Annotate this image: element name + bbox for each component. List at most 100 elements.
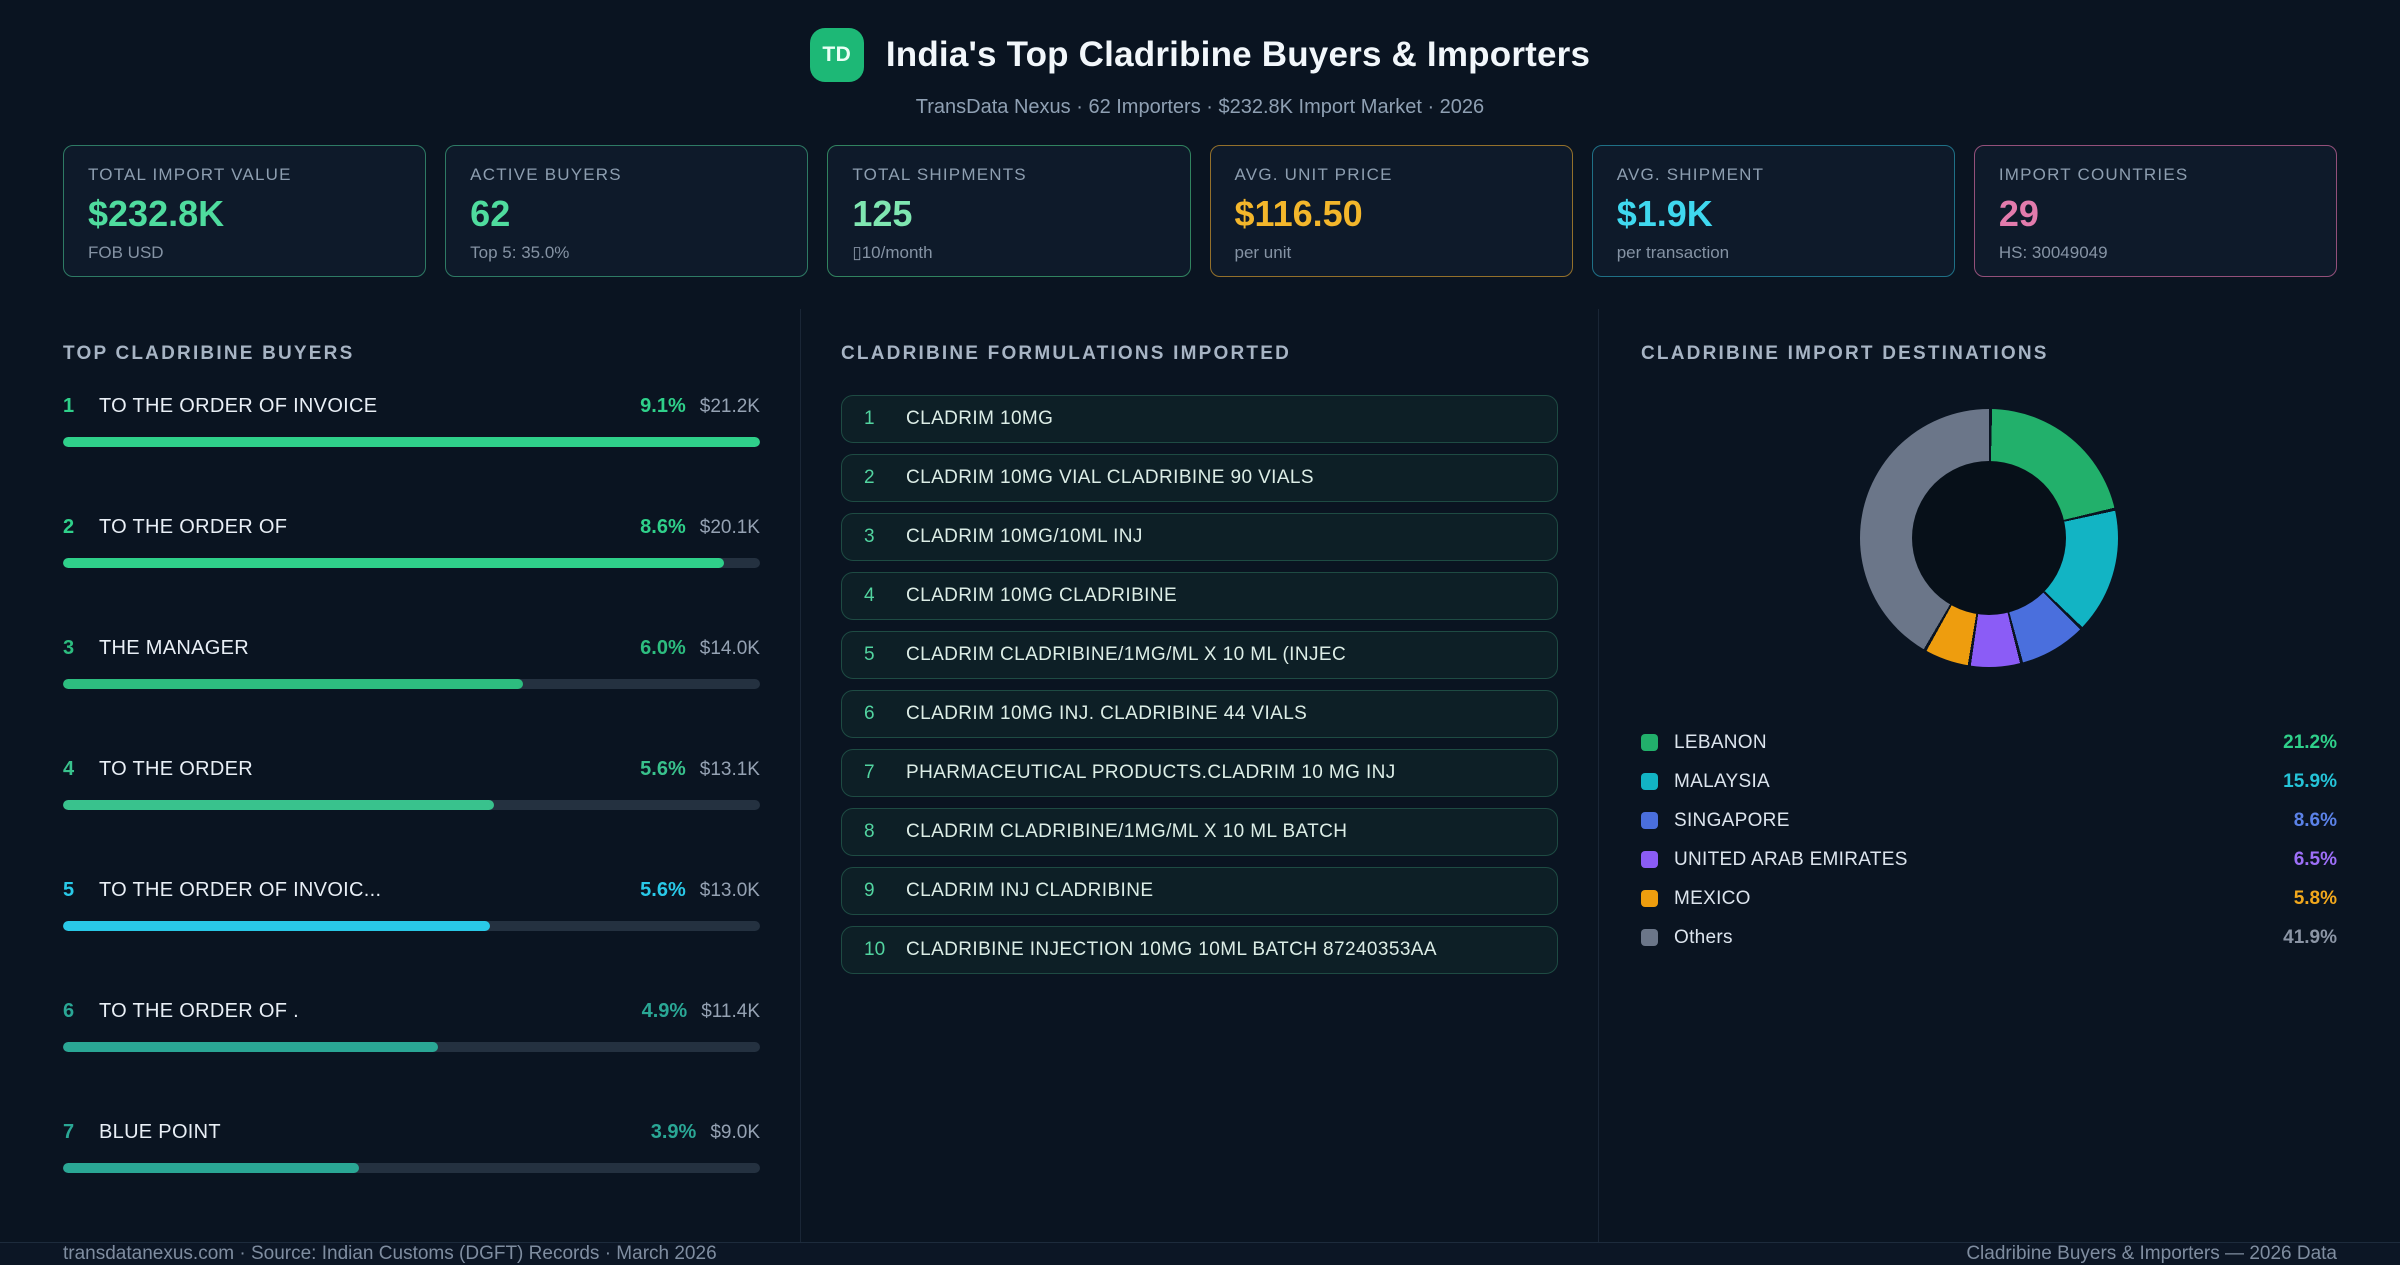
formulation-item: 5 CLADRIM CLADRIBINE/1MG/ML X 10 ML (INJ… xyxy=(841,631,1558,679)
stat-label: AVG. SHIPMENT xyxy=(1616,165,1765,184)
buyers-section-title: TOP CLADRIBINE BUYERS xyxy=(63,343,355,364)
formulation-number: 8 xyxy=(864,821,875,842)
formulation-number: 5 xyxy=(864,644,875,665)
legend-percent: 6.5% xyxy=(2293,848,2337,870)
destinations-donut-chart xyxy=(1860,409,2118,667)
buyer-name: TO THE ORDER OF xyxy=(99,516,288,538)
buyer-bar-fill xyxy=(63,437,760,447)
formulation-name: CLADRIM 10MG VIAL CLADRIBINE 90 VIALS xyxy=(906,467,1314,488)
buyer-bar-track xyxy=(63,558,760,568)
buyer-rank: 7 xyxy=(63,1121,75,1143)
buyer-bar-fill xyxy=(63,1042,438,1052)
legend-swatch xyxy=(1641,929,1658,946)
formulation-name: CLADRIBINE INJECTION 10MG 10ML BATCH 872… xyxy=(906,939,1437,960)
panel-formulations: CLADRIBINE FORMULATIONS IMPORTED 1 CLADR… xyxy=(800,309,1598,1242)
legend-swatch xyxy=(1641,890,1658,907)
legend-percent: 5.8% xyxy=(2293,887,2337,909)
buyer-name: TO THE ORDER OF INVOICE xyxy=(99,395,378,417)
legend-row: SINGAPORE 8.6% xyxy=(1641,801,2337,840)
legend-row: MEXICO 5.8% xyxy=(1641,879,2337,918)
stat-label: ACTIVE BUYERS xyxy=(470,165,622,184)
buyer-bar-track xyxy=(63,437,760,447)
legend-row: MALAYSIA 15.9% xyxy=(1641,762,2337,801)
destinations-legend: LEBANON 21.2% MALAYSIA 15.9% SINGAPORE 8… xyxy=(1641,723,2337,957)
stat-label: TOTAL IMPORT VALUE xyxy=(88,165,292,184)
buyer-bar-track xyxy=(63,1163,760,1173)
destinations-section-title: CLADRIBINE IMPORT DESTINATIONS xyxy=(1641,343,2049,364)
buyer-share: 9.1% xyxy=(640,395,686,417)
stat-cards-row: TOTAL IMPORT VALUE $232.8K FOB USD ACTIV… xyxy=(63,145,2338,277)
legend-label: UNITED ARAB EMIRATES xyxy=(1674,848,1908,870)
stat-label: AVG. UNIT PRICE xyxy=(1234,165,1393,184)
stat-card-import-countries: IMPORT COUNTRIES 29 HS: 30049049 xyxy=(1973,145,2338,277)
legend-row: Others 41.9% xyxy=(1641,918,2337,957)
legend-swatch xyxy=(1641,851,1658,868)
legend-row: LEBANON 21.2% xyxy=(1641,723,2337,762)
stat-value: $1.9K xyxy=(1616,193,1713,234)
buyer-name: TO THE ORDER OF INVOIC... xyxy=(99,879,382,901)
stat-card-active-buyers: ACTIVE BUYERS 62 Top 5: 35.0% xyxy=(445,145,809,277)
legend-label: SINGAPORE xyxy=(1674,809,1790,831)
buyer-value: $21.2K xyxy=(699,396,760,417)
formulation-item: 8 CLADRIM CLADRIBINE/1MG/ML X 10 ML BATC… xyxy=(841,808,1558,856)
buyer-name: TO THE ORDER xyxy=(99,758,253,780)
buyer-value: $14.0K xyxy=(699,638,760,659)
buyer-bar-track xyxy=(63,1042,760,1052)
formulation-name: CLADRIM CLADRIBINE/1MG/ML X 10 ML BATCH xyxy=(906,821,1348,842)
stat-sub: HS: 30049049 xyxy=(1998,243,2108,262)
buyer-share: 8.6% xyxy=(640,516,686,538)
buyer-rank: 3 xyxy=(63,637,75,659)
legend-percent: 15.9% xyxy=(2283,770,2337,792)
formulation-number: 9 xyxy=(864,880,875,901)
buyer-rank: 6 xyxy=(63,1000,75,1022)
panel-destinations: CLADRIBINE IMPORT DESTINATIONS LEBANON 2… xyxy=(1598,309,2400,1242)
formulation-number: 10 xyxy=(864,939,886,960)
formulation-number: 7 xyxy=(864,762,875,783)
formulation-item: 10 CLADRIBINE INJECTION 10MG 10ML BATCH … xyxy=(841,926,1558,974)
stat-sub: per unit xyxy=(1234,243,1292,262)
buyer-name: THE MANAGER xyxy=(99,637,249,659)
buyer-value: $20.1K xyxy=(699,517,760,538)
legend-label: MALAYSIA xyxy=(1674,770,1771,792)
footer-report-label: Cladribine Buyers & Importers — 2026 Dat… xyxy=(1966,1243,2337,1264)
stat-sub: FOB USD xyxy=(88,243,164,262)
stat-sub: per transaction xyxy=(1616,243,1730,262)
formulation-name: CLADRIM 10MG xyxy=(906,408,1054,429)
buyer-bar-fill xyxy=(63,679,524,689)
stat-value: $116.50 xyxy=(1234,193,1363,234)
legend-percent: 41.9% xyxy=(2283,926,2337,948)
formulation-number: 3 xyxy=(864,526,875,547)
stat-sub: Top 5: 35.0% xyxy=(470,243,570,262)
buyer-row: 3 THE MANAGER 6.0% $14.0K xyxy=(63,637,760,689)
panel-top-buyers: TOP CLADRIBINE BUYERS 1 TO THE ORDER OF … xyxy=(0,309,800,1242)
formulation-item: 7 PHARMACEUTICAL PRODUCTS.CLADRIM 10 MG … xyxy=(841,749,1558,797)
formulation-name: CLADRIM CLADRIBINE/1MG/ML X 10 ML (INJEC xyxy=(906,644,1347,665)
legend-swatch xyxy=(1641,812,1658,829)
formulation-name: CLADRIM INJ CLADRIBINE xyxy=(906,880,1154,901)
formulation-number: 6 xyxy=(864,703,875,724)
legend-label: Others xyxy=(1674,926,1733,948)
buyer-rank: 4 xyxy=(63,758,75,780)
formulation-item: 2 CLADRIM 10MG VIAL CLADRIBINE 90 VIALS xyxy=(841,454,1558,502)
buyer-rank: 1 xyxy=(63,395,75,417)
legend-swatch xyxy=(1641,734,1658,751)
buyer-share: 5.6% xyxy=(640,758,686,780)
legend-percent: 21.2% xyxy=(2283,731,2337,753)
buyer-bar-fill xyxy=(63,921,491,931)
buyer-value: $11.4K xyxy=(701,1001,760,1022)
buyer-bar-track xyxy=(63,679,760,689)
buyer-share: 6.0% xyxy=(640,637,686,659)
buyer-bar-fill xyxy=(63,558,724,568)
buyer-row: 1 TO THE ORDER OF INVOICE 9.1% $21.2K xyxy=(63,395,760,447)
formulation-item: 4 CLADRIM 10MG CLADRIBINE xyxy=(841,572,1558,620)
buyer-rank: 5 xyxy=(63,879,75,901)
legend-percent: 8.6% xyxy=(2293,809,2337,831)
stat-card-total-shipments: TOTAL SHIPMENTS 125 ▯10/month xyxy=(827,145,1191,277)
buyer-row: 5 TO THE ORDER OF INVOIC... 5.6% $13.0K xyxy=(63,879,760,931)
buyer-share: 3.9% xyxy=(650,1121,697,1143)
buyers-bar-chart: 1 TO THE ORDER OF INVOICE 9.1% $21.2K 2 … xyxy=(63,395,760,1173)
formulation-item: 6 CLADRIM 10MG INJ. CLADRIBINE 44 VIALS xyxy=(841,690,1558,738)
formulation-item: 3 CLADRIM 10MG/10ML INJ xyxy=(841,513,1558,561)
legend-row: UNITED ARAB EMIRATES 6.5% xyxy=(1641,840,2337,879)
buyer-name: TO THE ORDER OF . xyxy=(99,1000,299,1022)
